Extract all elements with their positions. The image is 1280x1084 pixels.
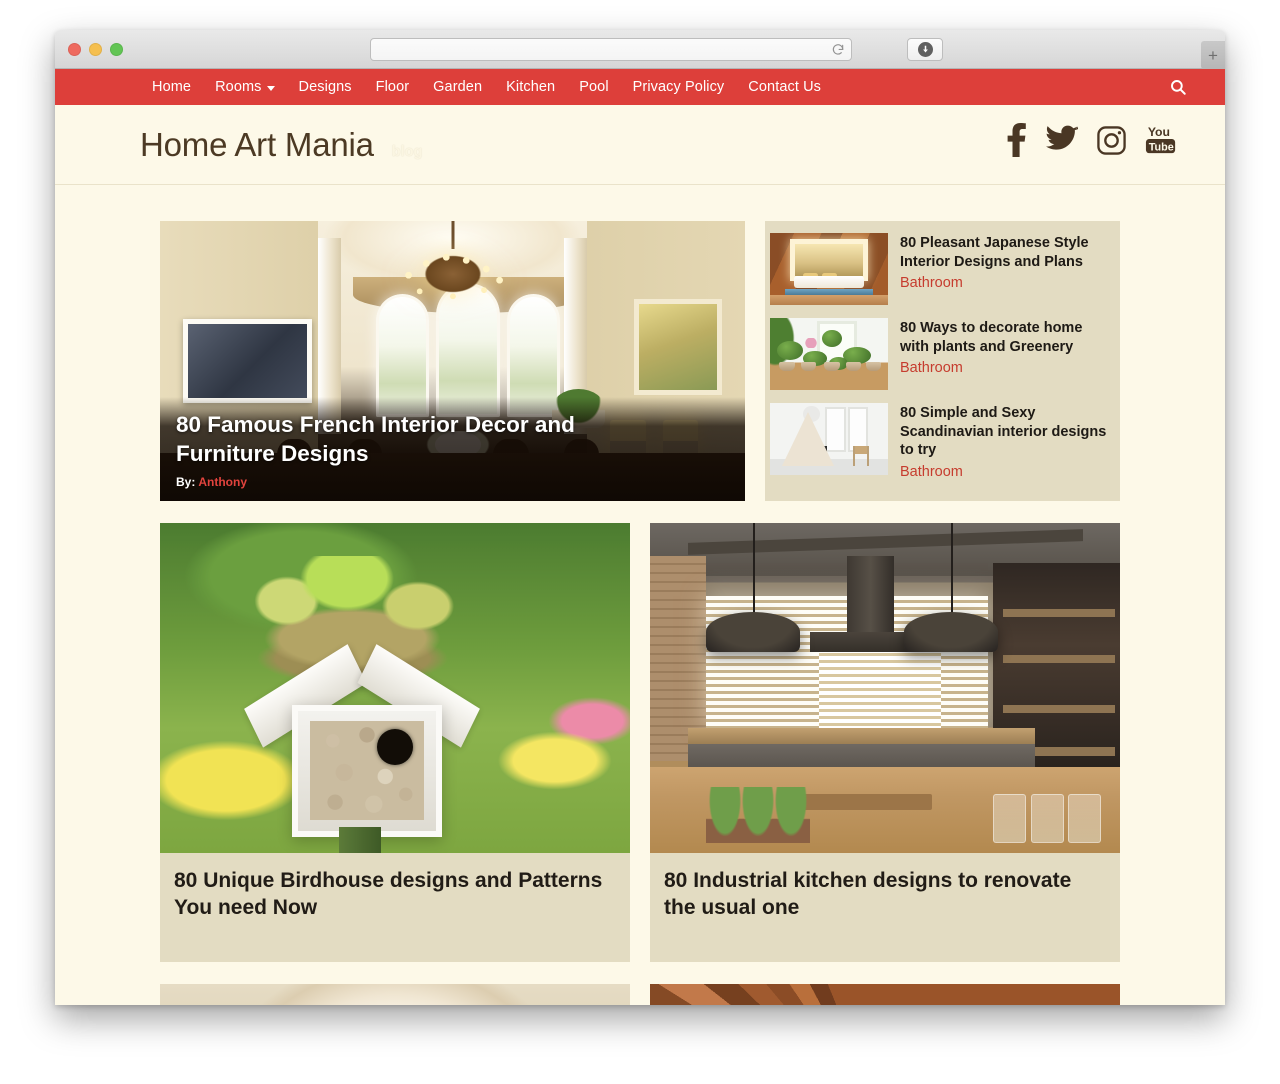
nav-label: Pool	[579, 79, 609, 95]
nav-item-contact-us[interactable]: Contact Us	[736, 79, 833, 95]
window-controls	[68, 43, 123, 56]
post-card[interactable]: 80 Industrial kitchen designs to renovat…	[650, 523, 1120, 962]
youtube-icon[interactable]: You Tube	[1145, 124, 1177, 156]
nav-label: Home	[152, 79, 192, 95]
featured-post-byline: By: Anthony	[176, 475, 729, 489]
sidebar-post-body: 80 Ways to decorate home with plants and…	[900, 318, 1108, 390]
featured-post-overlay: 80 Famous French Interior Decor and Furn…	[160, 397, 745, 501]
nav-item-floor[interactable]: Floor	[364, 79, 422, 95]
main-content: 80 Famous French Interior Decor and Furn…	[55, 185, 1225, 1005]
nav-menu: Home Rooms Designs Floor Garden Kitchen	[140, 79, 833, 95]
nav-item-home[interactable]: Home	[140, 79, 203, 95]
site-brand[interactable]: Home Art Mania blog	[140, 126, 422, 164]
site-masthead: Home Art Mania blog You Tube	[55, 105, 1225, 185]
search-icon[interactable]	[1169, 78, 1187, 96]
sidebar-post-title[interactable]: 80 Simple and Sexy Scandinavian interior…	[900, 404, 1108, 460]
post-card[interactable]: 80 Unique Birdhouse designs and Patterns…	[160, 523, 630, 962]
featured-row: 80 Famous French Interior Decor and Furn…	[160, 221, 1120, 501]
sidebar-post-title[interactable]: 80 Ways to decorate home with plants and…	[900, 319, 1108, 356]
sidebar-post-list: 80 Pleasant Japanese Style Interior Desi…	[765, 221, 1120, 501]
download-button[interactable]	[907, 38, 943, 61]
nav-label: Designs	[298, 79, 352, 95]
svg-text:You: You	[1148, 125, 1170, 139]
post-card-caption: 80 Unique Birdhouse designs and Patterns…	[160, 853, 630, 962]
nav-label: Rooms	[215, 79, 262, 95]
address-bar[interactable]	[370, 38, 852, 61]
nav-item-garden[interactable]: Garden	[421, 79, 494, 95]
post-card-image	[160, 523, 630, 853]
post-card[interactable]	[160, 983, 630, 1005]
nav-label: Kitchen	[506, 79, 556, 95]
post-card-image	[650, 523, 1120, 853]
site-navbar: Home Rooms Designs Floor Garden Kitchen	[55, 69, 1225, 105]
brand-tagline: blog	[391, 143, 423, 160]
download-icon	[917, 42, 933, 57]
post-card-image	[650, 983, 1120, 1005]
nav-item-rooms[interactable]: Rooms	[203, 79, 286, 95]
sidebar-post-body: 80 Pleasant Japanese Style Interior Desi…	[900, 233, 1108, 305]
sidebar-post-category[interactable]: Bathroom	[900, 360, 1108, 376]
sidebar-post-item[interactable]: 80 Simple and Sexy Scandinavian interior…	[770, 396, 1108, 486]
nav-label: Privacy Policy	[632, 79, 725, 95]
facebook-icon[interactable]	[1004, 123, 1028, 157]
post-card-row-partial	[160, 983, 1120, 1005]
post-card-title[interactable]: 80 Industrial kitchen designs to renovat…	[664, 867, 1106, 922]
post-card-title[interactable]: 80 Unique Birdhouse designs and Patterns…	[174, 867, 616, 922]
page-title: Home Art Mania	[140, 125, 374, 163]
nav-item-kitchen[interactable]: Kitchen	[494, 79, 567, 95]
sidebar-post-body: 80 Simple and Sexy Scandinavian interior…	[900, 403, 1108, 480]
nav-label: Contact Us	[748, 79, 822, 95]
social-links: You Tube	[1004, 123, 1177, 157]
nav-item-pool[interactable]: Pool	[567, 79, 620, 95]
browser-titlebar: +	[55, 30, 1225, 69]
chevron-down-icon	[266, 85, 275, 91]
post-card-caption: 80 Industrial kitchen designs to renovat…	[650, 853, 1120, 962]
post-card-image	[160, 983, 630, 1005]
svg-text:Tube: Tube	[1149, 141, 1174, 153]
featured-post-title[interactable]: 80 Famous French Interior Decor and Furn…	[176, 411, 646, 468]
byline-label: By:	[176, 475, 196, 489]
sidebar-post-category[interactable]: Bathroom	[900, 275, 1108, 291]
nav-item-privacy-policy[interactable]: Privacy Policy	[621, 79, 737, 95]
sidebar-post-title[interactable]: 80 Pleasant Japanese Style Interior Desi…	[900, 234, 1108, 271]
browser-window: + Home Rooms Designs Floor Garden Kitche…	[55, 30, 1225, 1005]
page-viewport: Home Rooms Designs Floor Garden Kitchen	[55, 69, 1225, 1005]
sidebar-post-item[interactable]: 80 Pleasant Japanese Style Interior Desi…	[770, 226, 1108, 311]
instagram-icon[interactable]	[1096, 125, 1127, 156]
close-window-button[interactable]	[68, 43, 81, 56]
nav-label: Garden	[433, 79, 483, 95]
author-link[interactable]: Anthony	[198, 475, 247, 489]
sidebar-post-thumbnail	[770, 403, 888, 475]
twitter-icon[interactable]	[1046, 125, 1078, 155]
maximize-window-button[interactable]	[110, 43, 123, 56]
sidebar-post-thumbnail	[770, 318, 888, 390]
new-tab-button[interactable]: +	[1201, 41, 1225, 69]
post-card-row: 80 Unique Birdhouse designs and Patterns…	[160, 523, 1120, 962]
sidebar-post-item[interactable]: 80 Ways to decorate home with plants and…	[770, 311, 1108, 396]
sidebar-post-thumbnail	[770, 233, 888, 305]
nav-label: Floor	[375, 79, 410, 95]
featured-post[interactable]: 80 Famous French Interior Decor and Furn…	[160, 221, 745, 501]
nav-item-designs[interactable]: Designs	[287, 79, 364, 95]
reload-icon[interactable]	[831, 43, 845, 57]
minimize-window-button[interactable]	[89, 43, 102, 56]
post-card[interactable]	[650, 983, 1120, 1005]
sidebar-post-category[interactable]: Bathroom	[900, 464, 1108, 480]
